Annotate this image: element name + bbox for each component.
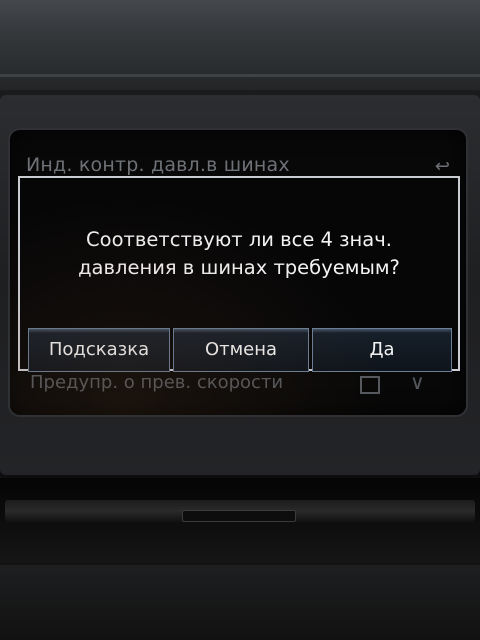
photo: Инд. контр. давл.в шинах ↩ Предупр. о пр…: [0, 0, 480, 640]
infotainment-screen: Инд. контр. давл.в шинах ↩ Предупр. о пр…: [10, 130, 466, 415]
cancel-button[interactable]: Отмена: [173, 328, 309, 372]
chevron-down-icon[interactable]: ∨: [410, 370, 425, 394]
dialog-message: Соответствуют ли все 4 знач. давления в …: [78, 228, 400, 279]
speed-warning-checkbox[interactable]: [360, 376, 380, 394]
console-lower: [0, 565, 480, 640]
speed-warning-setting[interactable]: Предупр. о прев. скорости: [30, 372, 283, 393]
hint-button[interactable]: Подсказка: [28, 328, 170, 372]
screen-title: Инд. контр. давл.в шинах: [26, 154, 290, 176]
confirmation-dialog: Соответствуют ли все 4 знач. давления в …: [18, 176, 460, 372]
back-arrow-icon[interactable]: ↩: [435, 156, 450, 177]
yes-button[interactable]: Да: [312, 328, 452, 372]
dashboard-ridge: [0, 74, 480, 77]
slot-handle: [182, 510, 296, 522]
